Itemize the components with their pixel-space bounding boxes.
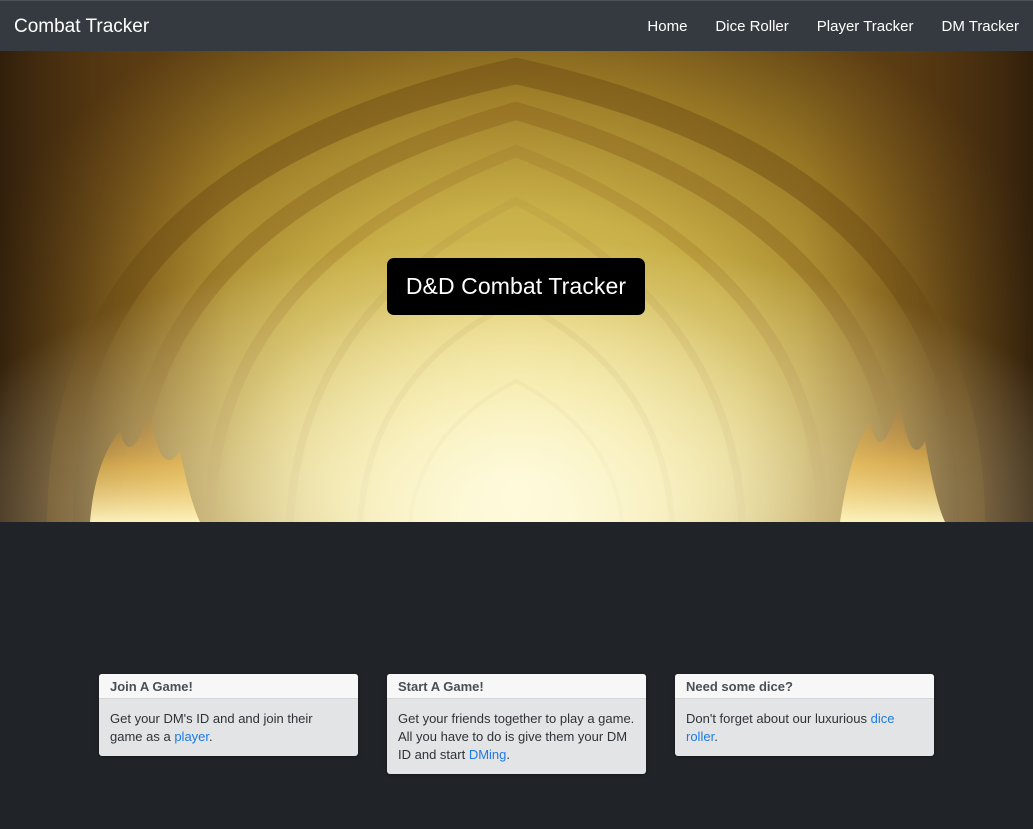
card-start-game: Start A Game! Get your friends together …: [387, 674, 646, 774]
card-text: Don't forget about our luxurious: [686, 711, 871, 726]
nav-links: Home Dice Roller Player Tracker DM Track…: [633, 10, 1019, 43]
card-body: Don't forget about our luxurious dice ro…: [675, 699, 934, 756]
card-need-dice: Need some dice? Don't forget about our l…: [675, 674, 934, 756]
card-header: Need some dice?: [675, 674, 934, 699]
card-text: Get your friends together to play a game…: [398, 711, 635, 762]
top-navbar: Combat Tracker Home Dice Roller Player T…: [0, 0, 1033, 51]
nav-link-dice-roller[interactable]: Dice Roller: [701, 10, 802, 43]
card-header: Start A Game!: [387, 674, 646, 699]
nav-link-player-tracker[interactable]: Player Tracker: [803, 10, 928, 43]
card-body: Get your DM's ID and and join their game…: [99, 699, 358, 756]
player-link[interactable]: player: [174, 729, 209, 744]
hero-title: D&D Combat Tracker: [387, 258, 645, 315]
nav-link-home[interactable]: Home: [633, 10, 701, 43]
card-text-end: .: [714, 729, 718, 744]
card-join-game: Join A Game! Get your DM's ID and and jo…: [99, 674, 358, 756]
hero-banner: D&D Combat Tracker: [0, 51, 1033, 522]
nav-link-dm-tracker[interactable]: DM Tracker: [927, 10, 1019, 43]
brand-link[interactable]: Combat Tracker: [14, 17, 149, 36]
card-text-end: .: [209, 729, 213, 744]
card-text-end: .: [506, 747, 511, 762]
card-body: Get your friends together to play a game…: [387, 699, 646, 774]
card-header: Join A Game!: [99, 674, 358, 699]
dming-link[interactable]: DMing: [469, 747, 507, 762]
